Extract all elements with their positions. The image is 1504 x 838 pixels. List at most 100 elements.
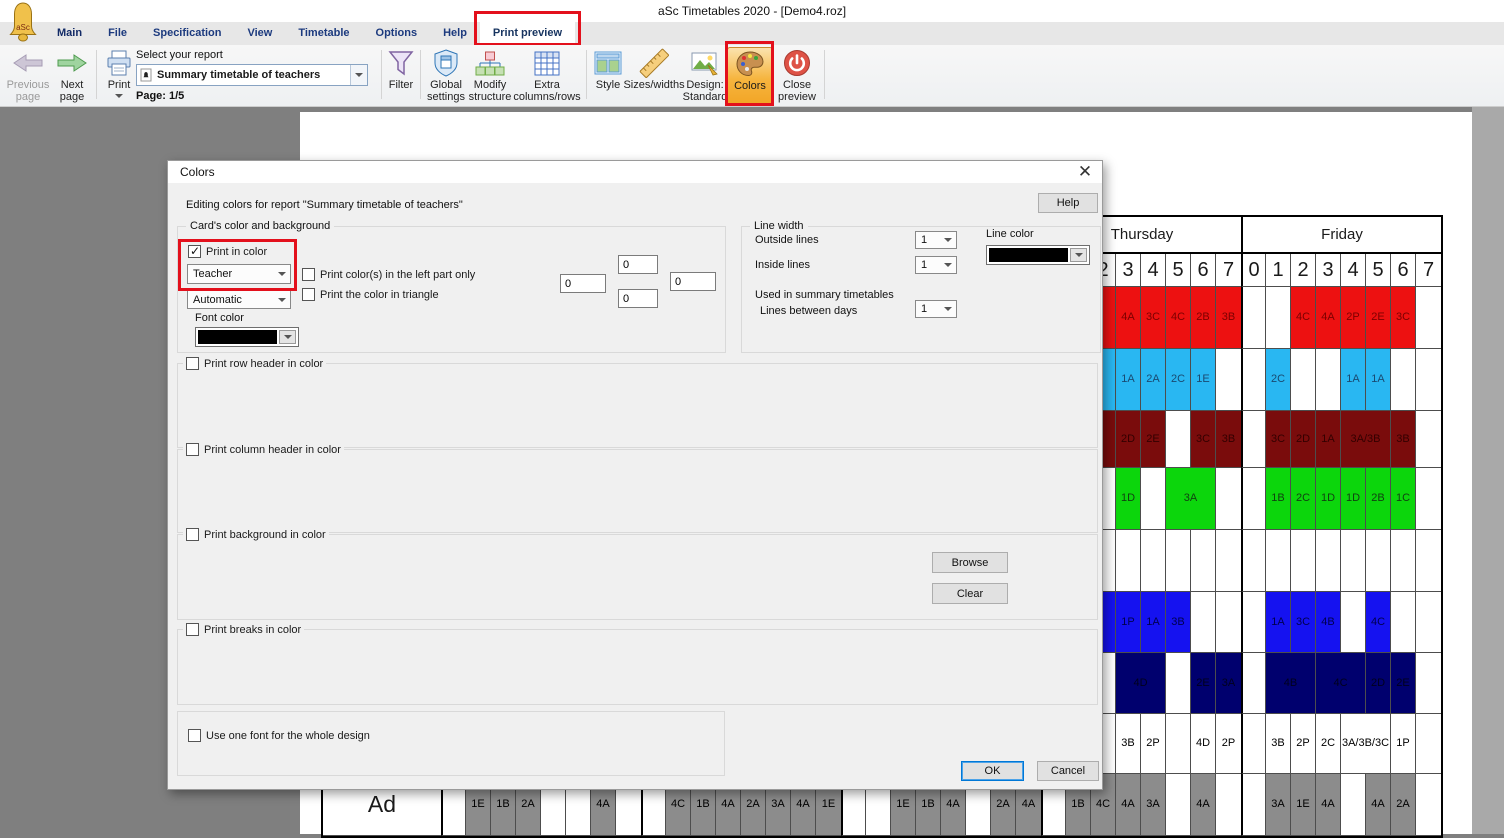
timetable-cell: 1C	[1391, 468, 1416, 530]
report-dropdown-button[interactable]	[350, 65, 367, 85]
timetable-cell	[1241, 287, 1266, 349]
table-grid-icon	[533, 47, 561, 79]
sizes-widths-button[interactable]: Sizes/widths	[626, 47, 682, 105]
cancel-button[interactable]: Cancel	[1037, 761, 1099, 781]
timetable-cell: 3A/3B	[1341, 411, 1391, 468]
font-color-dropdown[interactable]	[195, 327, 299, 347]
day-header: Friday	[1241, 217, 1441, 254]
margin-top-input[interactable]	[618, 255, 658, 274]
lines-between-days-combobox[interactable]: 1	[915, 300, 957, 318]
timetable-cell: 3B	[1266, 714, 1291, 774]
extra-columns-rows-button[interactable]: Extra columns/rows	[512, 47, 582, 105]
timetable-cell	[1266, 530, 1291, 592]
timetable-cell	[1291, 349, 1316, 411]
column-header-checkbox[interactable]	[186, 443, 199, 456]
margin-bottom-input[interactable]	[618, 289, 658, 308]
timetable-cell: 3B	[1216, 411, 1241, 468]
dialog-title-bar[interactable]: Colors ✕	[168, 161, 1102, 183]
close-preview-button[interactable]: Close preview	[773, 47, 821, 105]
automatic-combobox[interactable]: Automatic	[187, 290, 291, 309]
filter-button[interactable]: Filter	[384, 47, 418, 105]
chevron-down-icon[interactable]	[279, 330, 296, 344]
menu-item-timetable[interactable]: Timetable	[285, 22, 362, 45]
breaks-group: Print breaks in color	[177, 629, 1098, 705]
ok-button[interactable]: OK	[961, 761, 1024, 781]
print-in-color-checkbox[interactable]	[188, 245, 201, 258]
menu-item-main[interactable]: Main	[44, 22, 95, 45]
timetable-cell	[1416, 653, 1441, 714]
next-page-button[interactable]: Next page	[52, 47, 92, 105]
inside-lines-combobox[interactable]: 1	[915, 256, 957, 274]
timetable-cell: 4A	[1116, 774, 1141, 836]
timetable-cell: 1D	[1341, 468, 1366, 530]
timetable-cell	[1191, 592, 1216, 653]
report-combobox[interactable]: Summary timetable of teachers	[136, 64, 368, 86]
previous-page-button[interactable]: Previous page	[5, 47, 51, 105]
print-button[interactable]: Print	[99, 47, 139, 105]
period-header: 5	[1366, 254, 1391, 287]
period-header: 4	[1141, 254, 1166, 287]
timetable-cell	[1316, 349, 1341, 411]
timetable-cell	[1291, 530, 1316, 592]
color-by-combobox[interactable]: Teacher	[187, 264, 291, 284]
margin-left-input[interactable]	[560, 274, 606, 293]
timetable-cell: 4C	[1316, 653, 1366, 714]
design-button[interactable]: Design: Standard	[682, 47, 728, 105]
ribbon-separator	[586, 50, 587, 99]
close-icon[interactable]: ✕	[1074, 161, 1096, 183]
global-settings-button[interactable]: Global settings	[424, 47, 468, 105]
timetable-cell	[1166, 411, 1191, 468]
menu-item-options[interactable]: Options	[363, 22, 431, 45]
card-color-group-legend: Card's color and background	[186, 220, 334, 232]
timetable-cell	[1241, 774, 1266, 836]
period-header: 3	[1116, 254, 1141, 287]
timetable-cell	[1241, 653, 1266, 714]
menu-item-print-preview[interactable]: Print preview	[480, 22, 575, 45]
period-header: 3	[1316, 254, 1341, 287]
breaks-checkbox[interactable]	[186, 623, 199, 636]
inside-lines-label: Inside lines	[755, 259, 810, 271]
timetable-cell: 3B	[1216, 287, 1241, 349]
background-checkbox[interactable]	[186, 528, 199, 541]
svg-text:aSc: aSc	[16, 23, 30, 32]
clear-button[interactable]: Clear	[932, 583, 1008, 604]
colors-label: Colors	[734, 80, 766, 92]
timetable-cell: 3B	[1166, 592, 1191, 653]
ribbon-separator	[96, 50, 97, 99]
timetable-cell: 4D	[1116, 653, 1166, 714]
modify-structure-button[interactable]: Modify structure	[466, 47, 514, 105]
triangle-checkbox[interactable]	[302, 288, 315, 301]
shield-icon	[432, 47, 460, 79]
timetable-cell: 2A	[1391, 774, 1416, 836]
asc-bell-logo: aSc	[8, 1, 38, 46]
background-row: Print background in color	[183, 528, 329, 541]
line-width-group-legend: Line width	[750, 220, 808, 232]
menu-item-file[interactable]: File	[95, 22, 140, 45]
colors-button[interactable]: Colors	[727, 47, 773, 105]
line-color-dropdown[interactable]	[986, 245, 1090, 265]
outside-lines-combobox[interactable]: 1	[915, 231, 957, 249]
browse-button[interactable]: Browse	[932, 552, 1008, 573]
row-header-checkbox[interactable]	[186, 357, 199, 370]
help-button[interactable]: Help	[1038, 193, 1098, 213]
one-font-checkbox[interactable]	[188, 729, 201, 742]
font-color-swatch	[198, 330, 277, 344]
chevron-down-icon	[273, 265, 290, 283]
print-dropdown-icon[interactable]	[115, 94, 123, 98]
row-header-group: Print row header in color	[177, 363, 1098, 448]
menu-item-view[interactable]: View	[234, 22, 285, 45]
menu-item-specification[interactable]: Specification	[140, 22, 234, 45]
timetable-cell: 3B	[1391, 411, 1416, 468]
ribbon-separator	[420, 50, 421, 99]
left-part-only-checkbox[interactable]	[302, 268, 315, 281]
style-label: Style	[596, 79, 620, 91]
timetable-cell: 3A/3B/3C	[1341, 714, 1391, 774]
arrow-left-icon	[13, 47, 43, 79]
lines-between-days-value: 1	[916, 303, 939, 315]
timetable-cell	[1391, 592, 1416, 653]
chevron-down-icon[interactable]	[1070, 248, 1087, 262]
style-button[interactable]: Style	[590, 47, 626, 105]
menu-item-help[interactable]: Help	[430, 22, 480, 45]
margin-right-input[interactable]	[670, 272, 716, 291]
timetable-cell: 1A	[1141, 592, 1166, 653]
